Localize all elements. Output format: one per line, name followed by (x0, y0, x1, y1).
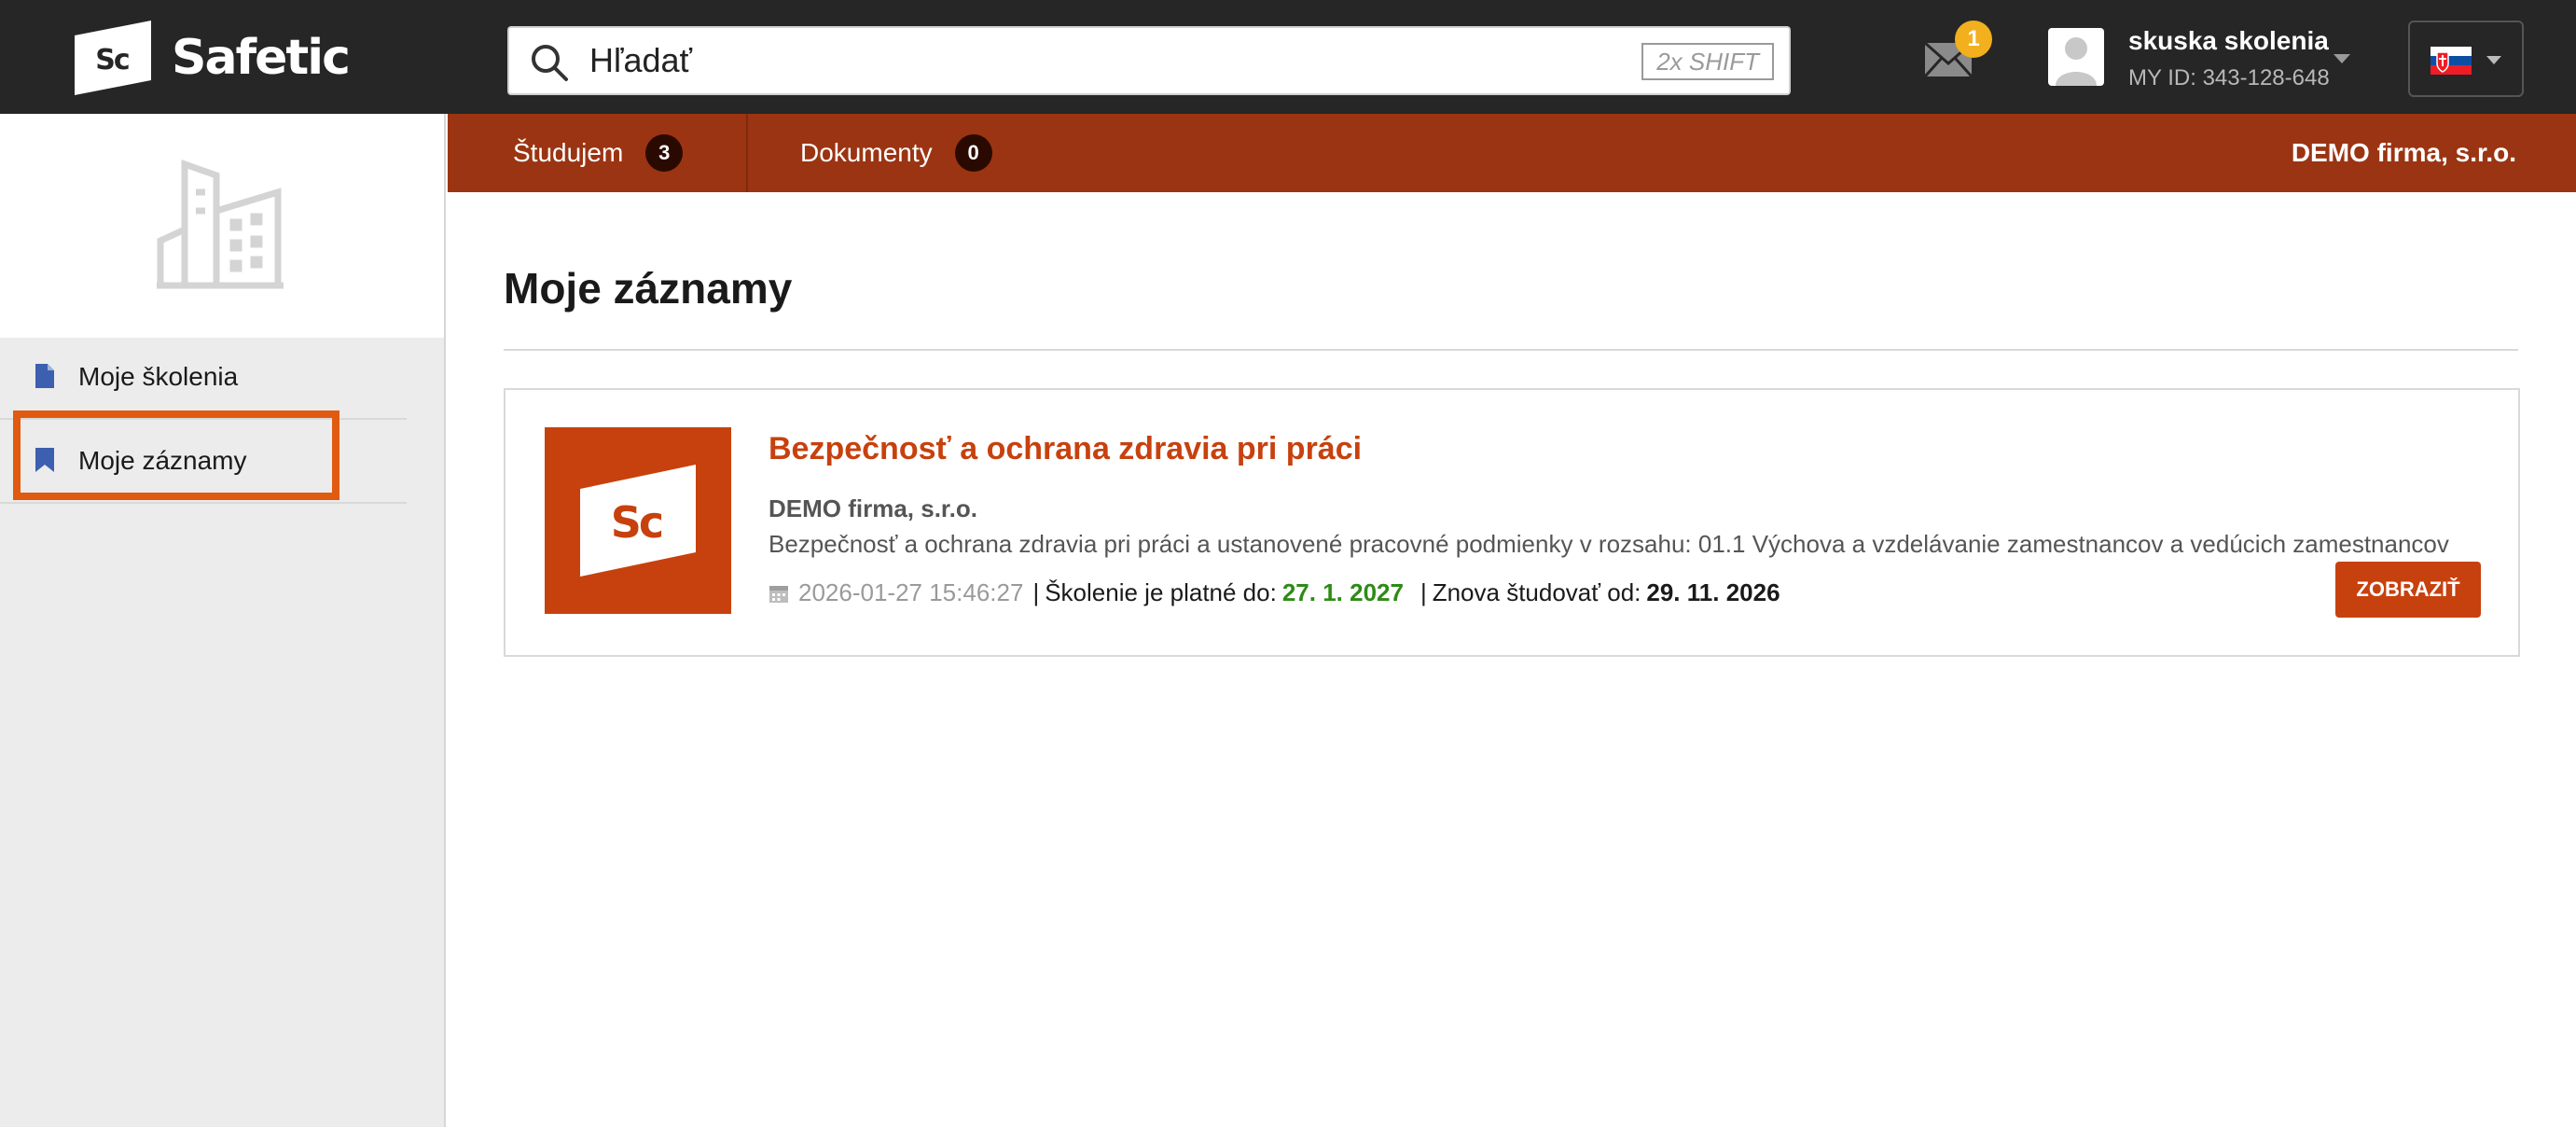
tab-bar: Študujem 3 Dokumenty 0 DEMO firma, s.r.o… (448, 114, 2576, 192)
tab-count-badge: 0 (954, 134, 992, 172)
user-avatar[interactable] (2048, 28, 2104, 86)
logo-letters: Sc (95, 44, 129, 77)
valid-label: Školenie je platné do: (1045, 578, 1277, 606)
user-id: MY ID: 343-128-648 (2128, 65, 2330, 90)
user-name[interactable]: skuska skolenia (2128, 26, 2329, 56)
user-menu-chevron-down-icon[interactable] (2334, 54, 2350, 63)
title-divider (504, 349, 2518, 351)
bookmark-icon (35, 448, 54, 472)
restudy-from-date: 29. 11. 2026 (1646, 578, 1780, 606)
record-thumbnail: Sc (545, 427, 731, 614)
tab-dokumenty[interactable]: Dokumenty 0 (800, 114, 992, 192)
meta-separator: | (1032, 578, 1040, 606)
flag-slovakia-icon (2431, 47, 2472, 75)
document-icon (35, 364, 54, 388)
logo-letters: Sc (611, 497, 662, 548)
record-description: Bezpečnosť a ochrana zdravia pri práci a… (769, 530, 2449, 558)
record-company: DEMO firma, s.r.o. (769, 494, 977, 522)
sidebar-item-moje-skolenia[interactable]: Moje školenia (0, 338, 407, 420)
record-date: 2026-01-27 15:46:27 (798, 578, 1024, 606)
safetic-logo-icon: Sc (580, 465, 696, 577)
show-record-button[interactable]: ZOBRAZIŤ (2335, 562, 2481, 618)
tab-count-badge: 3 (645, 134, 684, 172)
record-title-link[interactable]: Bezpečnosť a ochrana zdravia pri práci (769, 431, 1362, 467)
tab-label: Dokumenty (800, 138, 933, 167)
sidebar-header (0, 114, 444, 338)
messages-count-badge: 1 (1955, 21, 1992, 58)
tab-studujem[interactable]: Študujem 3 (513, 114, 684, 192)
search-input[interactable] (589, 37, 1559, 84)
building-icon (157, 160, 284, 289)
record-card: Sc Bezpečnosť a ochrana zdravia pri prác… (504, 388, 2520, 657)
page-title: Moje záznamy (504, 264, 793, 313)
sidebar: Moje školenia Moje záznamy (0, 114, 446, 1127)
search-icon (532, 45, 568, 81)
meta-separator: | (1420, 578, 1427, 606)
record-meta: 2026-01-27 15:46:27 | Školenie je platné… (769, 578, 1780, 607)
valid-until-date: 27. 1. 2027 (1281, 578, 1404, 606)
top-bar: Sc Safetic 2x SHIFT 1 skuska skolenia MY… (0, 0, 2576, 114)
brand-logo[interactable]: Sc Safetic (75, 21, 351, 95)
avatar-silhouette-icon (2056, 37, 2097, 86)
company-name: DEMO firma, s.r.o. (2291, 138, 2516, 167)
safetic-logo-icon: Sc (75, 21, 151, 95)
search-box[interactable]: 2x SHIFT (507, 26, 1791, 95)
brand-name: Safetic (172, 30, 351, 86)
language-selector[interactable] (2408, 21, 2524, 97)
sidebar-item-label: Moje školenia (78, 362, 239, 391)
sidebar-item-label: Moje záznamy (78, 446, 247, 475)
sidebar-item-moje-zaznamy[interactable]: Moje záznamy (0, 422, 407, 504)
search-shortcut-hint: 2x SHIFT (1641, 43, 1774, 80)
tab-label: Študujem (513, 138, 624, 167)
language-chevron-down-icon (2486, 56, 2501, 64)
restudy-label: Znova študovať od: (1432, 578, 1641, 606)
tab-divider (746, 114, 748, 192)
calendar-icon (769, 585, 788, 603)
